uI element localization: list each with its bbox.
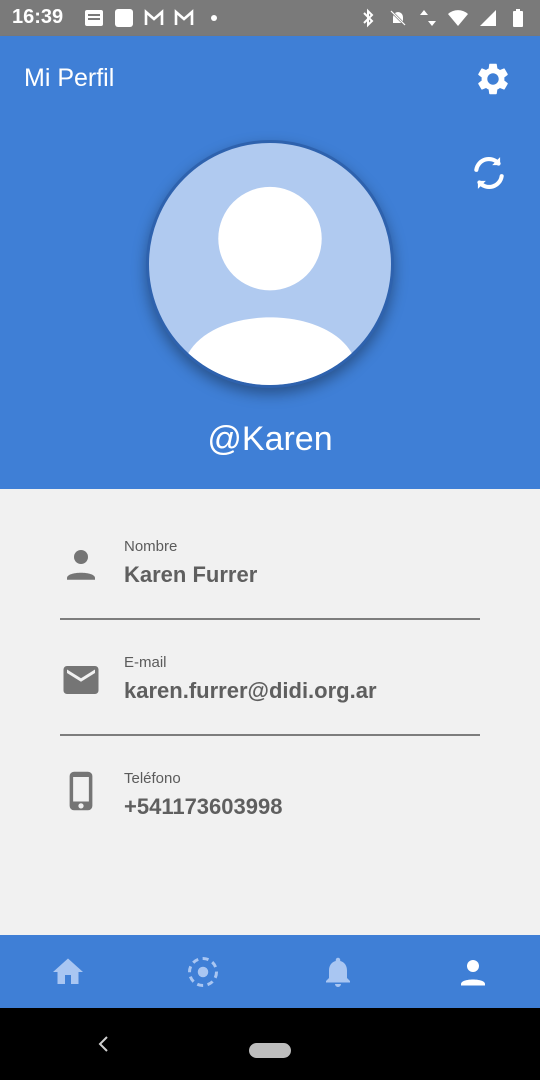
battery-icon: [513, 9, 523, 27]
field-label: Nombre: [124, 538, 178, 555]
target-icon: [187, 956, 218, 987]
field-value: karen.furrer@didi.org.ar: [124, 678, 377, 703]
gmail-icon: [174, 9, 194, 25]
person-icon: [67, 550, 95, 580]
system-icons: [358, 8, 528, 28]
field-label: Teléfono: [124, 770, 181, 787]
bell-icon: [325, 957, 350, 987]
status-time: 16:39: [12, 6, 64, 28]
sync-icon[interactable]: [470, 154, 508, 192]
back-icon[interactable]: [94, 1034, 114, 1054]
square-icon: [115, 9, 133, 27]
email-icon: [63, 666, 99, 694]
do-not-disturb-icon: [390, 10, 406, 26]
status-bar: 16:39: [0, 0, 540, 36]
bluetooth-icon: [363, 8, 374, 28]
field-email: E-mail karen.furrer@didi.org.ar: [60, 650, 480, 766]
phone-icon: [69, 771, 93, 811]
page-title: Mi Perfil: [24, 64, 115, 92]
profile-info: Nombre Karen Furrer E-mail karen.furrer@…: [0, 489, 540, 935]
notes-icon: [85, 10, 103, 26]
bottom-nav: [0, 935, 540, 1008]
gmail-icon: [144, 9, 164, 25]
field-value: Karen Furrer: [124, 562, 258, 587]
signal-icon: [480, 10, 496, 26]
system-nav-bar: [0, 1008, 540, 1080]
person-icon: [460, 959, 485, 985]
field-name: Nombre Karen Furrer: [60, 534, 480, 650]
person-avatar-icon: [186, 186, 354, 385]
nav-profile[interactable]: [405, 935, 540, 1008]
home-pill[interactable]: [249, 1043, 291, 1058]
nav-notifications[interactable]: [270, 935, 405, 1008]
notification-icons: [84, 8, 224, 28]
nav-home[interactable]: [0, 935, 135, 1008]
field-value: +541173603998: [124, 794, 283, 819]
home-icon: [52, 958, 83, 984]
gear-icon[interactable]: [474, 60, 512, 98]
field-label: E-mail: [124, 654, 167, 671]
profile-header: @Karen: [0, 122, 540, 489]
avatar[interactable]: [146, 140, 394, 388]
app-bar: Mi Perfil: [0, 36, 540, 122]
divider: [60, 618, 480, 620]
nav-scan[interactable]: [135, 935, 270, 1008]
dot-icon: [211, 15, 217, 21]
data-arrows-icon: [420, 10, 436, 26]
field-phone: Teléfono +541173603998: [60, 766, 480, 882]
username: @Karen: [207, 420, 333, 458]
wifi-icon: [448, 10, 468, 26]
divider: [60, 734, 480, 736]
